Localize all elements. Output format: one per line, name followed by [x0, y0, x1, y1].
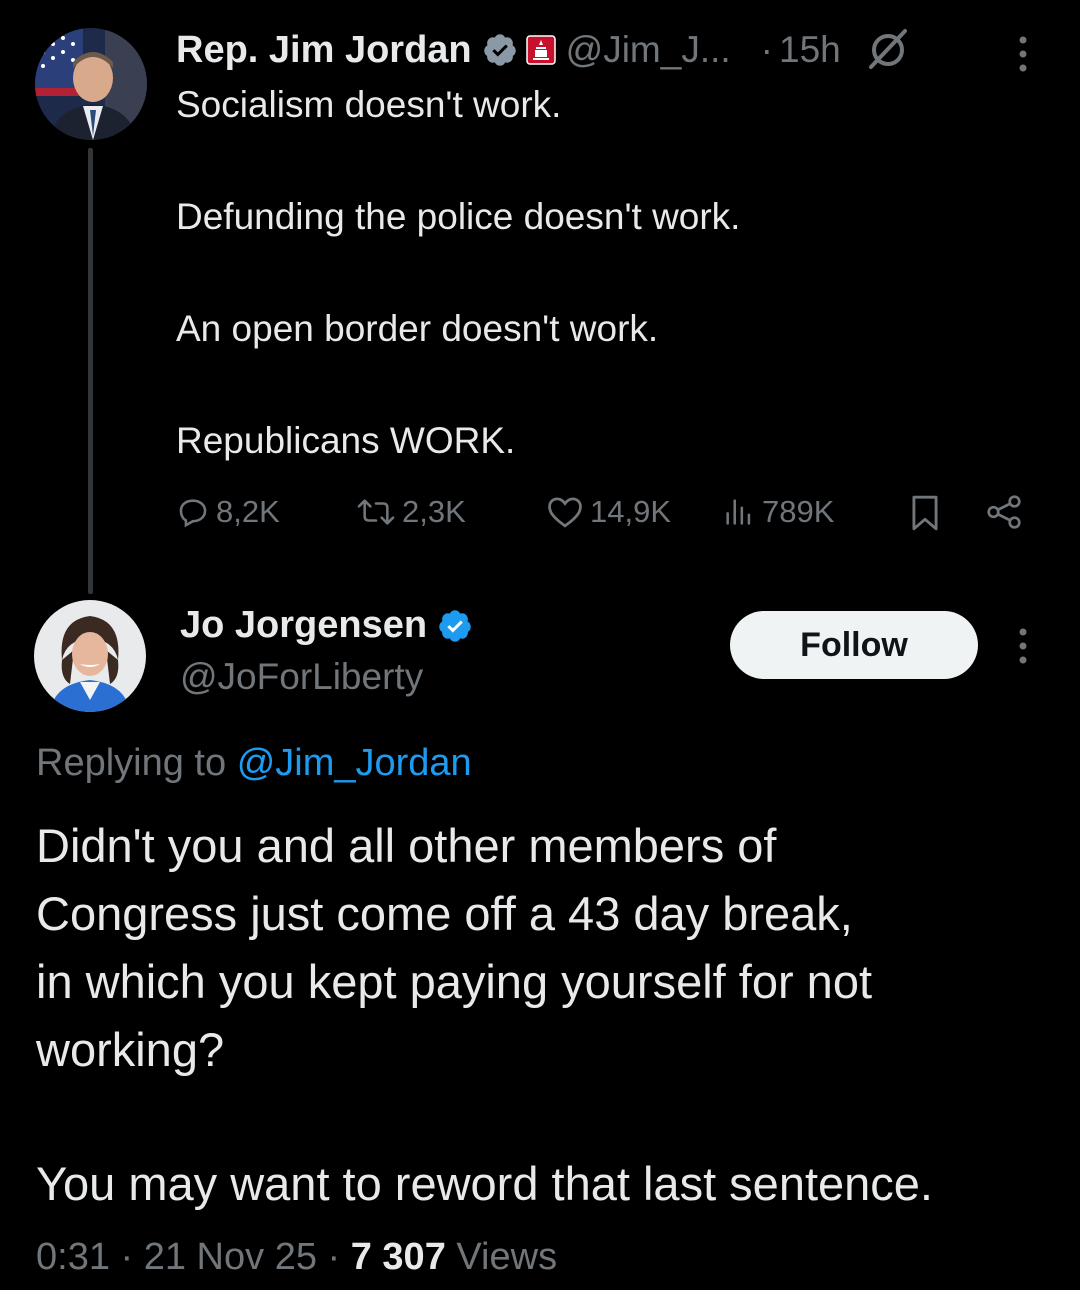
repost-action[interactable]: 2,3K: [356, 494, 466, 530]
replying-mention-link[interactable]: @Jim_Jordan: [237, 742, 472, 784]
grok-icon[interactable]: [865, 27, 911, 73]
reply-count: 8,2K: [216, 494, 280, 529]
bookmark-icon: [912, 495, 938, 531]
tweet-actions: 8,2K 2,3K 14,9K 789K: [176, 494, 1036, 540]
tweet-line: in which you kept paying yourself for no…: [36, 955, 873, 1008]
tweet-line: Didn't you and all other members of: [36, 819, 777, 872]
tweet-line: working?: [36, 1023, 225, 1076]
view-label: Views: [445, 1236, 558, 1278]
repost-count: 2,3K: [402, 494, 466, 529]
parent-tweet-header: Rep. Jim Jordan @Jim_J... · 15h: [176, 26, 911, 74]
reply-author-name-row: Jo Jorgensen: [180, 604, 473, 647]
views-icon: [726, 499, 751, 525]
tweet-meta: 0:31 · 21 Nov 25 · 7 307 Views: [36, 1236, 557, 1279]
thread-connector: [88, 148, 93, 594]
tweet-line: You may want to reword that last sentenc…: [36, 1157, 933, 1210]
replying-prefix: Replying to: [36, 742, 227, 784]
author-name[interactable]: Rep. Jim Jordan: [176, 29, 472, 72]
like-icon: [548, 497, 582, 528]
tweet-time[interactable]: 15h: [779, 29, 841, 71]
reply-action[interactable]: 8,2K: [176, 494, 280, 530]
avatar-jim-jordan[interactable]: [35, 28, 147, 140]
tweet-line: Republicans WORK.: [176, 420, 516, 461]
government-badge-icon: [525, 35, 556, 65]
author-handle[interactable]: @JoForLiberty: [180, 656, 423, 698]
tweet-line: Socialism doesn't work.: [176, 84, 562, 125]
tweet-timestamp[interactable]: 0:31 · 21 Nov 25 ·: [36, 1236, 351, 1278]
reply-icon: [179, 499, 207, 528]
view-count: 7 307: [350, 1236, 446, 1278]
tweet-line: An open border doesn't work.: [176, 308, 659, 349]
author-handle[interactable]: @Jim_J...: [566, 29, 731, 71]
more-icon[interactable]: [1012, 34, 1034, 74]
author-name[interactable]: Jo Jorgensen: [180, 604, 427, 647]
repost-icon: [357, 499, 395, 525]
tweet-line: Defunding the police doesn't work.: [176, 196, 741, 237]
verified-badge-icon: [437, 608, 473, 644]
avatar-jo-jorgensen[interactable]: [34, 600, 146, 712]
like-action[interactable]: 14,9K: [546, 494, 671, 530]
verified-badge-icon: [482, 32, 518, 68]
replying-to: Replying to @Jim_Jordan: [36, 742, 472, 785]
separator: ·: [760, 29, 773, 70]
like-count: 14,9K: [590, 494, 672, 529]
views-action[interactable]: 789K: [722, 494, 834, 530]
share-action[interactable]: [984, 494, 1024, 530]
share-icon: [987, 495, 1021, 529]
tweet-line: Congress just come off a 43 day break,: [36, 887, 853, 940]
bookmark-action[interactable]: [908, 494, 942, 532]
more-icon[interactable]: [1012, 626, 1034, 666]
follow-button[interactable]: Follow: [730, 611, 978, 679]
views-count: 789K: [762, 494, 835, 529]
